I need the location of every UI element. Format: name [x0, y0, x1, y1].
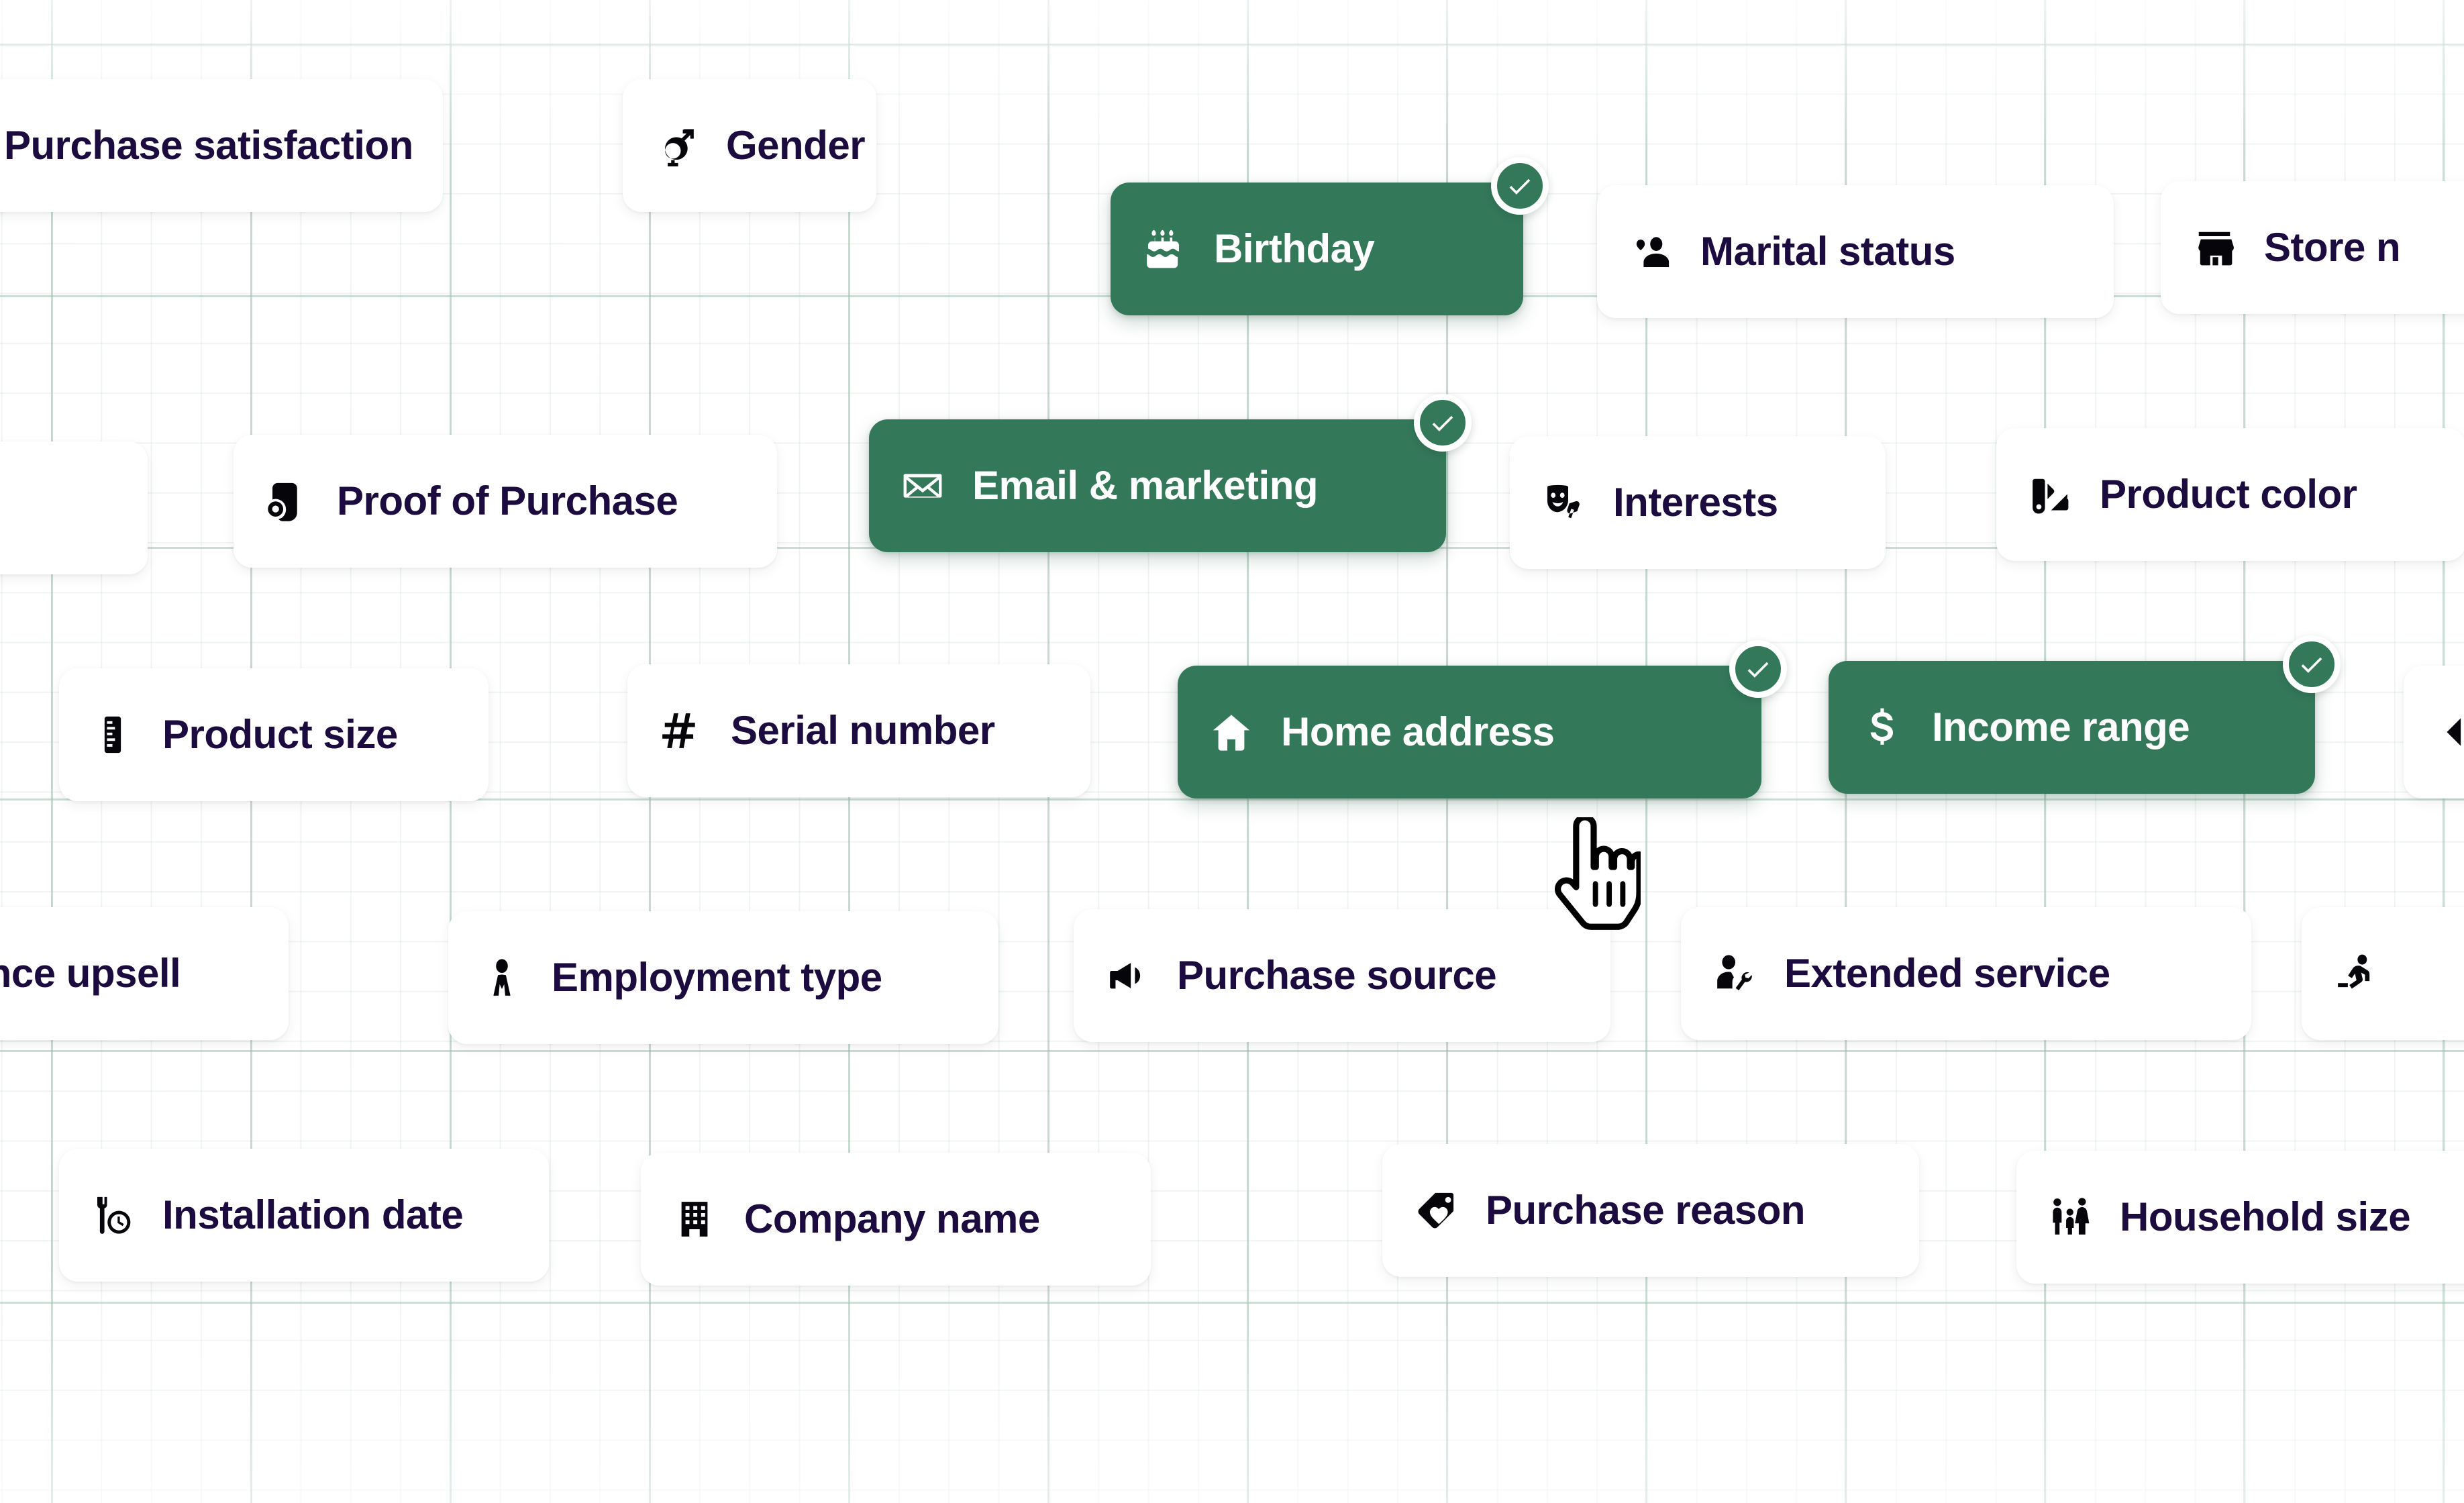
attribute-chip[interactable]: Serial number — [627, 664, 1090, 797]
mail-icon — [900, 463, 945, 509]
selected-check-badge[interactable] — [2283, 635, 2341, 693]
attribute-chip[interactable]: Income range — [1829, 635, 2341, 794]
attribute-chip[interactable]: Household size — [2016, 1151, 2464, 1284]
person-run-icon — [2332, 951, 2378, 996]
attribute-chip-label: Store n — [2264, 225, 2401, 270]
attribute-chip-label: Serial number — [731, 708, 995, 753]
home-icon — [1209, 709, 1254, 755]
selected-check-badge[interactable] — [1414, 394, 1472, 452]
heart-person-icon — [1628, 229, 1674, 274]
attribute-chip[interactable]: Company name — [641, 1153, 1151, 1286]
selected-check-badge[interactable] — [1491, 157, 1549, 215]
attribute-chip[interactable]: Email & marketing — [869, 394, 1472, 552]
attribute-chip[interactable] — [2404, 666, 2464, 798]
attribute-chip-label: Home address — [1281, 709, 1555, 754]
attribute-chip-label: Purchase satisfaction — [4, 123, 413, 168]
attribute-chip-label: Gender — [726, 123, 866, 168]
attribute-chip[interactable]: Store n — [2161, 181, 2464, 314]
megaphone-icon — [1105, 953, 1150, 998]
attribute-chip[interactable]: sell — [0, 442, 148, 574]
receipt-icon — [264, 478, 310, 524]
attribute-chip-label: Email & marketing — [972, 463, 1319, 508]
attribute-chip[interactable]: Purchase reason — [1382, 1144, 1919, 1277]
attribute-chip-label: Marital status — [1700, 229, 1955, 274]
building-icon — [672, 1196, 717, 1242]
person-wrench-icon — [1712, 951, 1757, 996]
attribute-chip-label: Birthday — [1214, 226, 1375, 271]
check-icon — [1432, 415, 1453, 431]
attribute-chip-label: Interests — [1613, 480, 1778, 525]
gender-icon — [654, 123, 699, 168]
dollar-icon — [1859, 705, 1905, 750]
family-icon — [2047, 1194, 2093, 1240]
attribute-chip[interactable]: Interests — [1510, 436, 1886, 569]
check-icon — [2301, 657, 2322, 673]
check-icon — [1509, 178, 1531, 195]
attribute-chip-label: surance upsell — [0, 951, 181, 996]
attribute-chip[interactable]: Proof of Purchase — [234, 435, 777, 568]
attribute-chip-label: Extended service — [1784, 951, 2110, 996]
storefront-icon — [2192, 225, 2237, 270]
attribute-chip-label: Purchase source — [1177, 953, 1497, 998]
selected-check-badge[interactable] — [1729, 640, 1787, 698]
attribute-chip[interactable]: Extended service — [1681, 907, 2251, 1040]
attribute-chip-label: Product color — [2100, 472, 2357, 517]
attribute-chip[interactable]: Installation date — [59, 1149, 549, 1282]
attribute-chip[interactable]: Employment type — [448, 911, 998, 1044]
attribute-chip[interactable]: Home address — [1178, 640, 1787, 798]
attribute-chip[interactable]: Birthday — [1111, 157, 1549, 315]
attribute-chip-label: Company name — [744, 1196, 1040, 1241]
attribute-chip-label: Employment type — [552, 955, 882, 1000]
business-person-icon — [479, 955, 525, 1000]
attribute-chip-label: Purchase reason — [1486, 1188, 1806, 1233]
attribute-chip[interactable]: Purchase satisfaction — [0, 79, 443, 212]
wrench-clock-icon — [90, 1192, 136, 1238]
arrow-left-icon — [2434, 709, 2464, 755]
attribute-chip[interactable]: Product size — [59, 668, 489, 801]
attribute-chip-label: Income range — [1932, 705, 2190, 749]
attribute-chip[interactable]: Purchase source — [1074, 909, 1610, 1042]
attribute-chip[interactable] — [2302, 907, 2464, 1040]
cake-icon — [1141, 226, 1187, 272]
attribute-chip[interactable]: surance upsell — [0, 907, 289, 1040]
attribute-chip[interactable]: Product color — [1996, 428, 2464, 561]
hash-icon — [658, 708, 704, 754]
attribute-chip-label: Household size — [2120, 1194, 2411, 1239]
attribute-chip-board: Purchase satisfaction Gender Birthday Marit… — [0, 0, 2464, 1503]
ruler-icon — [90, 712, 136, 758]
attribute-chip[interactable]: Marital status — [1597, 185, 2114, 318]
loyalty-tag-icon — [1413, 1188, 1459, 1233]
attribute-chip-label: Product size — [162, 712, 398, 757]
attribute-chip-label: Proof of Purchase — [337, 478, 678, 523]
check-icon — [1747, 662, 1769, 678]
attribute-chip-label: Installation date — [162, 1192, 464, 1237]
theater-mask-icon — [1541, 480, 1586, 525]
palette-swatch-icon — [2027, 472, 2073, 517]
attribute-chip[interactable]: Gender — [623, 79, 876, 212]
